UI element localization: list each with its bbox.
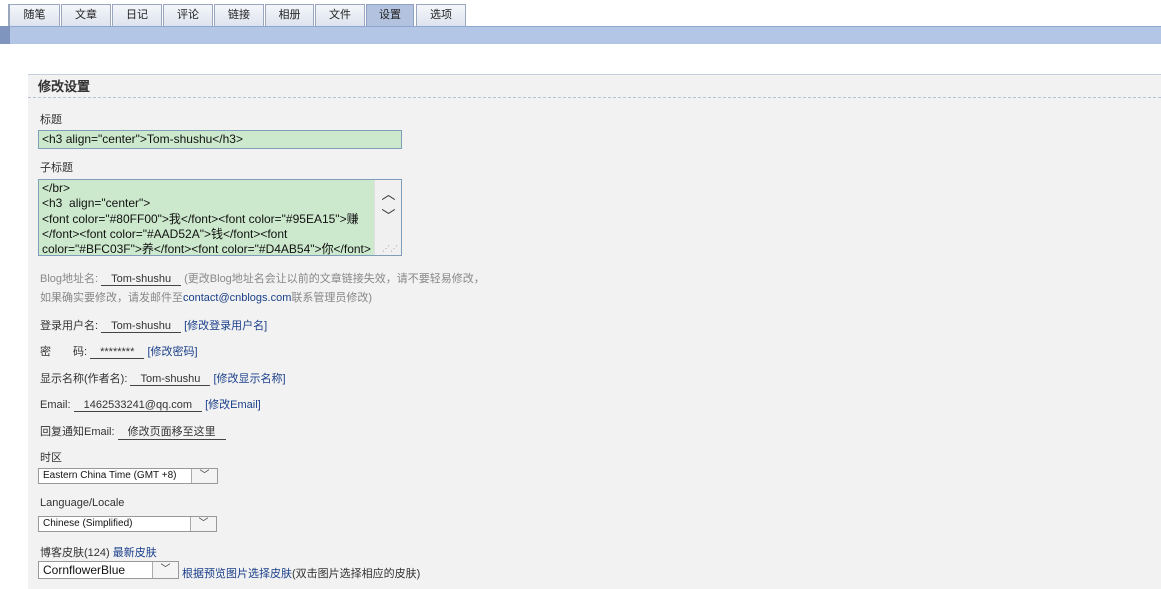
timezone-value: Eastern China Time (GMT +8) bbox=[43, 470, 177, 481]
display-name-row: 显示名称(作者名): Tom-shushu [修改显示名称] bbox=[40, 370, 286, 386]
section-title: 修改设置 bbox=[28, 75, 1161, 98]
tab-files[interactable]: 文件 bbox=[315, 4, 365, 26]
blog-address-label: Blog地址名: bbox=[40, 273, 99, 285]
display-name-value: Tom-shushu bbox=[130, 373, 211, 386]
email-value: 1462533241@qq.com bbox=[73, 399, 203, 412]
subtitle-label: 子标题 bbox=[40, 162, 73, 174]
login-name-value: Tom-shushu bbox=[101, 320, 182, 333]
blog-address-value: Tom-shushu bbox=[101, 273, 182, 286]
language-select[interactable]: Chinese (Simplified) ﹀ bbox=[38, 516, 217, 532]
title-label: 标题 bbox=[40, 114, 62, 126]
edit-login-name-link[interactable]: [修改登录用户名] bbox=[184, 320, 267, 332]
subtitle-text: </br> <h3 align="center"> <font color="#… bbox=[42, 181, 371, 256]
blog-address-hint-row: 如果确实要修改，请发邮件至contact@cnblogs.com联系管理员修改) bbox=[40, 289, 372, 305]
email-label: Email: bbox=[40, 399, 71, 411]
scroll-down-icon[interactable]: ﹀ bbox=[375, 206, 401, 226]
skin-row: 博客皮肤(124) 最新皮肤 bbox=[40, 544, 157, 560]
skin-preview-hint: (双击图片选择相应的皮肤) bbox=[292, 568, 421, 580]
title-input[interactable]: <h3 align="center">Tom-shushu</h3> bbox=[38, 130, 402, 149]
tab-bar: 随笔 文章 日记 评论 链接 相册 文件 设置 选项 bbox=[0, 0, 1161, 26]
subtitle-textarea[interactable]: </br> <h3 align="center"> <font color="#… bbox=[38, 179, 402, 256]
skin-value: CornflowerBlue bbox=[43, 563, 126, 577]
password-label: 密 码: bbox=[40, 346, 88, 358]
blog-address-row: Blog地址名: Tom-shushu (更改Blog地址名会让以前的文章链接失… bbox=[40, 270, 485, 286]
scroll-up-icon[interactable]: ︿ bbox=[375, 184, 401, 204]
blog-address-hint-prefix: 如果确实要修改，请发邮件至 bbox=[40, 292, 183, 304]
timezone-select[interactable]: Eastern China Time (GMT +8) ﹀ bbox=[38, 468, 218, 484]
tab-links[interactable]: 链接 bbox=[214, 4, 264, 26]
settings-panel: 修改设置 标题 <h3 align="center">Tom-shushu</h… bbox=[28, 74, 1161, 589]
language-value: Chinese (Simplified) bbox=[43, 518, 133, 529]
timezone-label: 时区 bbox=[40, 452, 62, 464]
chevron-down-icon: ﹀ bbox=[191, 469, 217, 483]
tab-articles[interactable]: 文章 bbox=[61, 4, 111, 26]
display-name-label: 显示名称(作者名): bbox=[40, 373, 128, 385]
login-name-label: 登录用户名: bbox=[40, 320, 99, 332]
tab-settings[interactable]: 设置 bbox=[366, 4, 414, 26]
edit-email-link[interactable]: [修改Email] bbox=[205, 399, 261, 411]
skin-select[interactable]: CornflowerBlue ﹀ bbox=[38, 561, 179, 579]
tab-albums[interactable]: 相册 bbox=[265, 4, 314, 26]
tab-bar-edge bbox=[0, 4, 9, 26]
blog-address-hint: (更改Blog地址名会让以前的文章链接失效，请不要轻易修改， bbox=[184, 273, 485, 285]
chevron-down-icon: ﹀ bbox=[190, 517, 216, 531]
edit-display-name-link[interactable]: [修改显示名称] bbox=[213, 373, 285, 385]
skin-label: 博客皮肤(124) bbox=[40, 547, 110, 559]
skin-preview-link[interactable]: 根据预览图片选择皮肤 bbox=[182, 568, 292, 580]
tab-options[interactable]: 选项 bbox=[416, 4, 466, 26]
tab-diary[interactable]: 日记 bbox=[112, 4, 162, 26]
edit-password-link[interactable]: [修改密码] bbox=[147, 346, 197, 358]
reply-email-row: 回复通知Email: 修改页面移至这里 bbox=[40, 423, 226, 440]
email-row: Email: 1462533241@qq.com [修改Email] bbox=[40, 396, 261, 412]
reply-email-link[interactable]: 修改页面移至这里 bbox=[117, 423, 226, 440]
password-row: 密 码: ******** [修改密码] bbox=[40, 343, 198, 359]
contact-email-link[interactable]: contact@cnblogs.com bbox=[183, 292, 291, 304]
resize-grip-icon[interactable]: ⋰⋰ bbox=[382, 245, 398, 253]
tab-posts[interactable]: 随笔 bbox=[9, 4, 60, 26]
blog-address-hint-suffix: 联系管理员修改) bbox=[291, 292, 373, 304]
reply-email-label: 回复通知Email: bbox=[40, 426, 115, 438]
language-label: Language/Locale bbox=[40, 497, 125, 509]
header-bar bbox=[0, 26, 1161, 44]
tab-comments[interactable]: 评论 bbox=[163, 4, 213, 26]
password-value: ******** bbox=[90, 346, 145, 359]
chevron-down-icon: ﹀ bbox=[152, 562, 178, 578]
newest-skins-link[interactable]: 最新皮肤 bbox=[113, 547, 157, 559]
login-name-row: 登录用户名: Tom-shushu [修改登录用户名] bbox=[40, 317, 267, 333]
skin-preview-row: 根据预览图片选择皮肤(双击图片选择相应的皮肤) bbox=[182, 565, 420, 581]
header-bar-edge bbox=[0, 26, 10, 44]
